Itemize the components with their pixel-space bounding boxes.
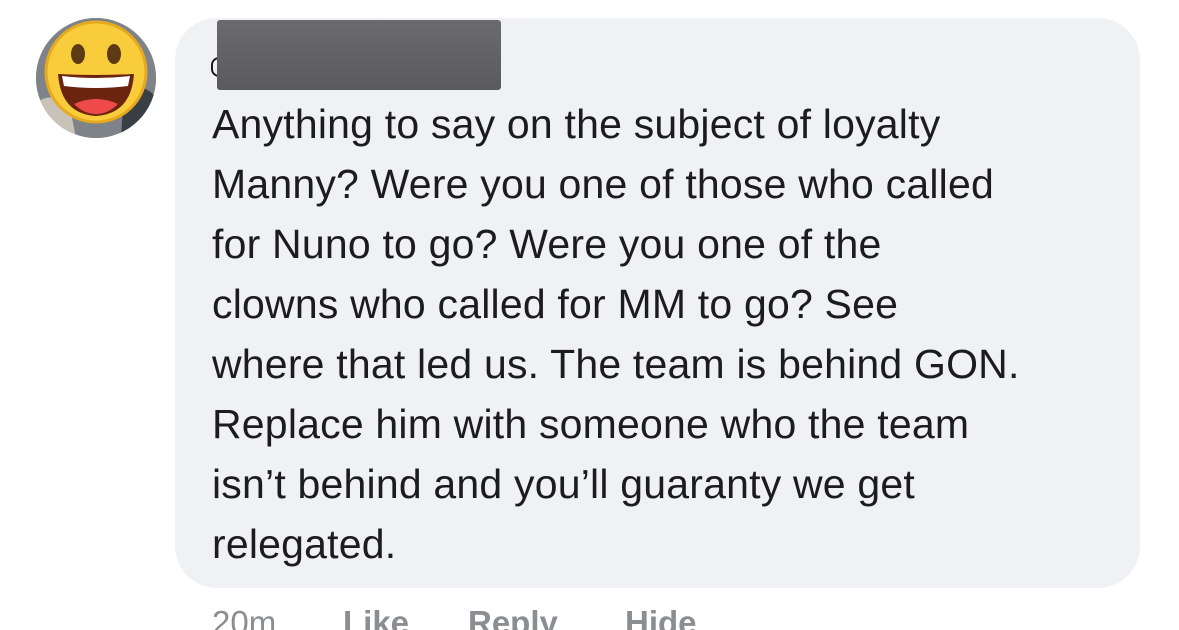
comment-text: Anything to say on the subject of loyalt… xyxy=(212,101,1020,567)
comment-timestamp[interactable]: 20m xyxy=(212,604,276,630)
comment-bubble: Anything to say on the subject of loyalt… xyxy=(175,18,1140,588)
comment: Anything to say on the subject of loyalt… xyxy=(0,0,1179,630)
reply-button[interactable]: Reply xyxy=(468,604,558,630)
avatar[interactable] xyxy=(36,18,156,138)
smiley-face-emoji-icon xyxy=(36,18,156,138)
hide-button[interactable]: Hide xyxy=(625,604,697,630)
author-name-redacted[interactable] xyxy=(217,20,501,90)
like-button[interactable]: Like xyxy=(343,604,409,630)
